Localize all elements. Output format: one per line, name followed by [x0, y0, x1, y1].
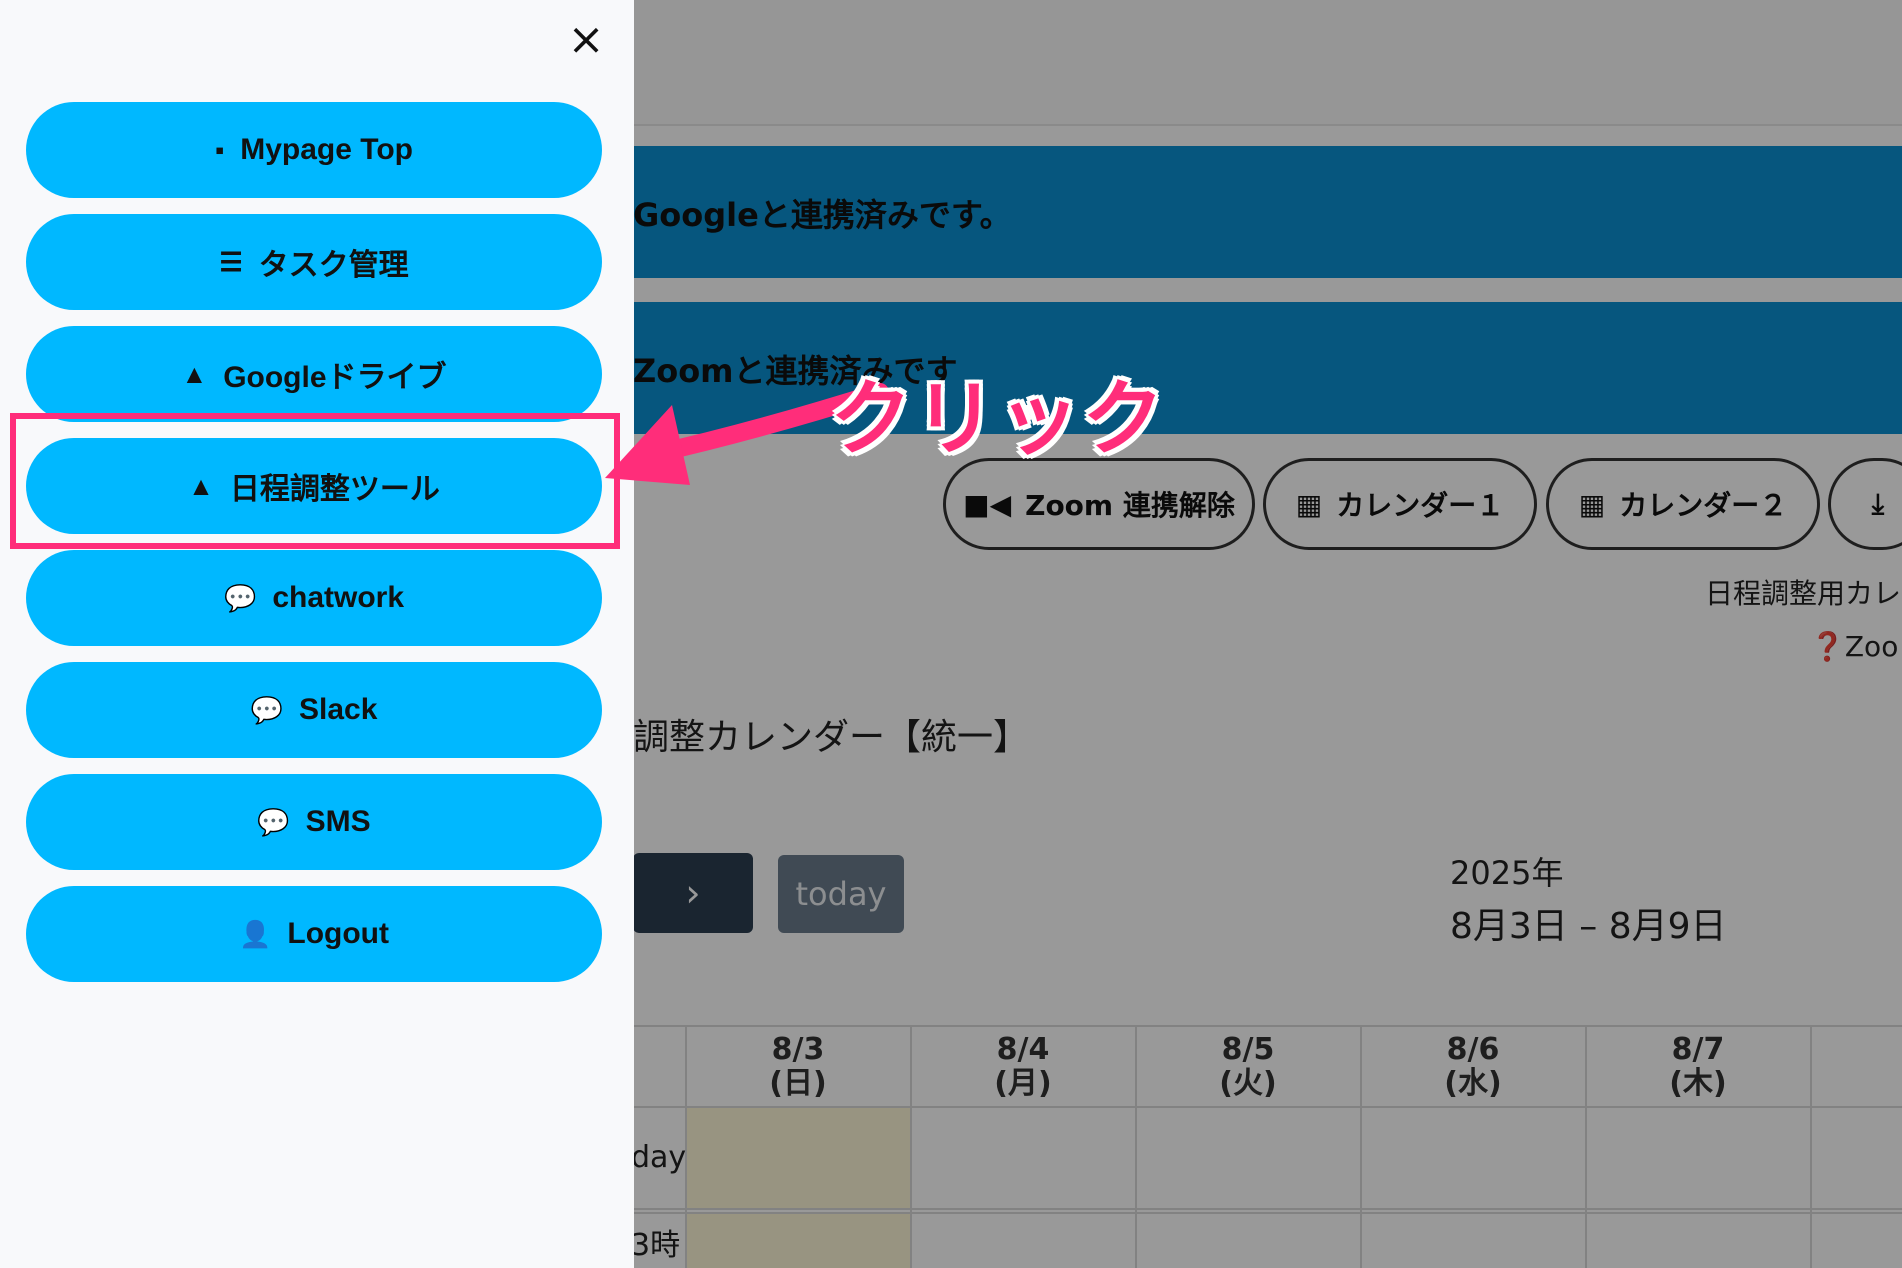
profile-card-icon: ▪ — [215, 134, 225, 165]
checklist-icon: ☰ — [219, 246, 243, 277]
google-drive-icon: ▲ — [181, 358, 208, 389]
menu-item-label: SMS — [305, 805, 371, 838]
chat-bubble-icon: 💬 — [250, 694, 283, 725]
close-icon[interactable]: × — [566, 18, 606, 62]
highlight-box — [10, 413, 620, 549]
side-menu: × ▪ Mypage Top ☰ タスク管理 ▲ Googleドライブ ▲ 日程… — [0, 0, 634, 1268]
menu-item-label: タスク管理 — [258, 249, 409, 282]
menu-item-task[interactable]: ☰ タスク管理 — [26, 214, 602, 310]
sms-icon: 💬 — [257, 806, 290, 837]
menu-item-label: Slack — [298, 693, 378, 726]
menu-item-slack[interactable]: 💬 Slack — [26, 662, 602, 758]
menu-item-mypage-top[interactable]: ▪ Mypage Top — [26, 102, 602, 198]
chat-bubble-icon: 💬 — [223, 582, 257, 613]
menu-item-label: Mypage Top — [240, 133, 413, 166]
menu-item-logout[interactable]: 👤 Logout — [26, 886, 602, 982]
menu-item-chatwork[interactable]: 💬 chatwork — [26, 550, 602, 646]
menu-item-sms[interactable]: 💬 SMS — [26, 774, 602, 870]
user-plus-icon: 👤 — [239, 918, 272, 949]
click-callout: クリック — [830, 372, 1167, 467]
menu-item-google-drive[interactable]: ▲ Googleドライブ — [26, 326, 602, 422]
menu-item-label: Logout — [287, 917, 389, 950]
menu-item-label: chatwork — [272, 581, 405, 614]
overlay-dim[interactable] — [634, 0, 1902, 1268]
menu-item-label: Googleドライブ — [223, 361, 447, 394]
